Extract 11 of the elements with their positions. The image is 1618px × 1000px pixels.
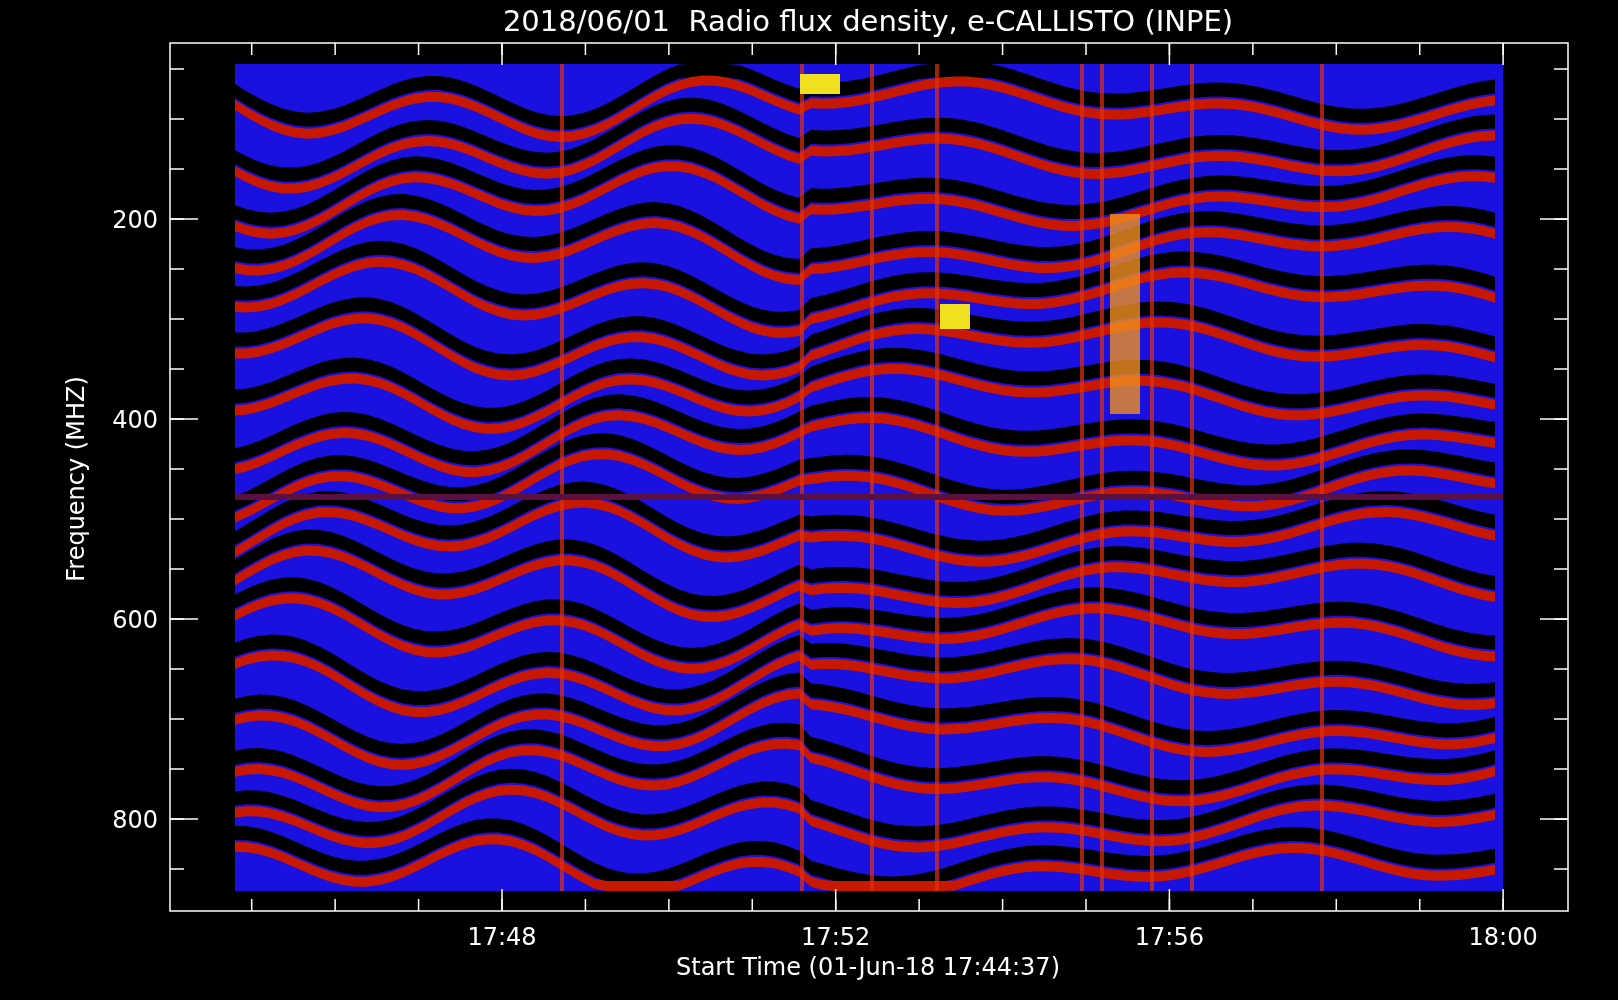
y-tick-label: 400 bbox=[112, 406, 158, 434]
x-tick-label: 17:52 bbox=[801, 923, 871, 951]
chart-title: 2018/06/01 Radio flux density, e-CALLISTO (INPE) bbox=[502, 4, 1234, 38]
x-axis-label: Start Time (01-Jun-18 17:44:37) bbox=[676, 953, 1060, 981]
y-tick-label: 600 bbox=[112, 606, 158, 634]
y-tick-label: 800 bbox=[112, 806, 158, 834]
x-tick-label: 18:00 bbox=[1468, 923, 1538, 951]
x-tick-label: 17:56 bbox=[1134, 923, 1204, 951]
y-tick-label: 200 bbox=[112, 206, 158, 234]
x-tick-label: 17:48 bbox=[467, 923, 537, 951]
y-axis-label: Frequency (MHZ) bbox=[62, 376, 90, 582]
